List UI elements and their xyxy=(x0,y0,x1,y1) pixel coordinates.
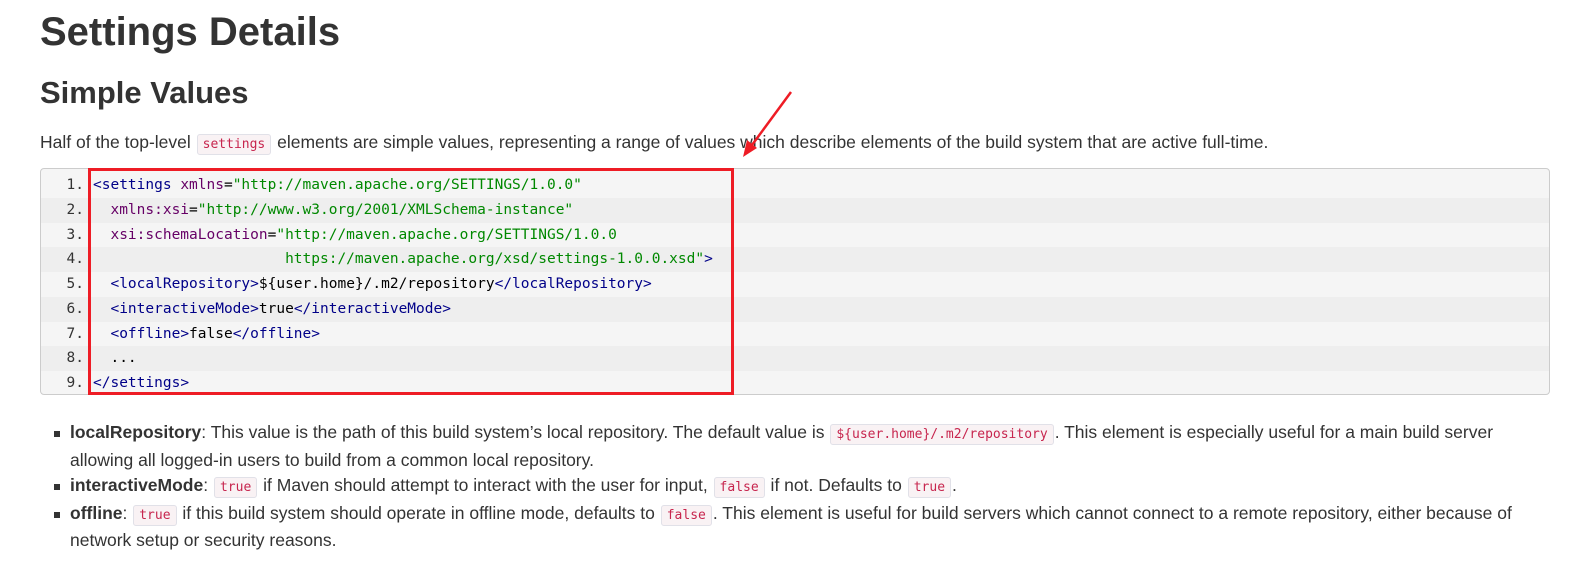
inline-code: false xyxy=(713,477,765,498)
inline-code-settings: settings xyxy=(196,134,272,155)
line-code: xmlns:xsi="http://www.w3.org/2001/XMLSch… xyxy=(110,201,574,218)
intro-paragraph: Half of the top-level settings elements … xyxy=(40,128,1268,159)
line-code: <interactiveMode>true</interactiveMode> xyxy=(110,300,451,317)
details-list: localRepository: This value is the path … xyxy=(40,420,1552,554)
line-number: 6. xyxy=(66,300,84,317)
code-line: 7. <offline>false</offline> xyxy=(41,322,1549,347)
line-code: <settings xmlns="http://maven.apache.org… xyxy=(93,177,582,193)
detail-term: localRepository xyxy=(70,422,202,442)
line-number: 8. xyxy=(66,350,84,367)
detail-text: : This value is the path of this build s… xyxy=(201,422,830,442)
code-line: 3. xsi:schemaLocation="http://maven.apac… xyxy=(41,223,1549,248)
line-number: 9. xyxy=(66,375,84,391)
line-code: https://maven.apache.org/xsd/settings-1.… xyxy=(285,251,713,268)
code-line: 5. <localRepository>${user.home}/.m2/rep… xyxy=(41,272,1549,297)
code-block: 1. <settings xmlns="http://maven.apache.o… xyxy=(40,168,1550,395)
code-line: 2. xmlns:xsi="http://www.w3.org/2001/XML… xyxy=(41,197,1549,223)
code-line: 4. https://maven.apache.org/xsd/settings… xyxy=(41,247,1549,272)
line-code: ... xyxy=(93,350,137,367)
line-code: </settings> xyxy=(93,375,190,391)
section-title: Simple Values xyxy=(40,75,249,110)
page-title: Settings Details xyxy=(40,10,341,54)
code-line: 9. </settings> xyxy=(41,371,1549,394)
inline-code: true xyxy=(213,477,258,498)
inline-code: ${user.home}/.m2/repository xyxy=(830,424,1054,445)
detail-text: if not. Defaults to xyxy=(765,475,907,495)
detail-text: : xyxy=(122,502,133,523)
line-number: 5. xyxy=(66,276,84,292)
inline-code: false xyxy=(660,504,712,526)
line-number: 4. xyxy=(66,251,84,268)
detail-text: . xyxy=(952,475,957,495)
detail-item-localrepository: localRepository: This value is the path … xyxy=(54,420,1552,473)
intro-text-after: elements are simple values, representing… xyxy=(272,132,1269,152)
line-code: <offline>false</offline> xyxy=(110,325,321,342)
line-number: 2. xyxy=(66,201,84,218)
code-line: 1. <settings xmlns="http://maven.apache.o… xyxy=(41,173,1549,198)
detail-item-interactivemode: interactiveMode: true if Maven should at… xyxy=(54,473,1552,501)
code-line: 6. <interactiveMode>true</interactiveMod… xyxy=(41,296,1549,322)
detail-term: offline xyxy=(70,502,123,523)
detail-text: if Maven should attempt to interact with… xyxy=(258,475,713,495)
line-number: 3. xyxy=(66,226,84,243)
inline-code: true xyxy=(133,504,177,526)
line-code: xsi:schemaLocation="http://maven.apache.… xyxy=(110,226,617,243)
inline-code: true xyxy=(907,477,952,498)
intro-text-before: Half of the top-level xyxy=(40,132,196,152)
line-number: 1. xyxy=(66,177,84,193)
detail-text: : xyxy=(203,475,213,495)
line-number: 7. xyxy=(66,325,84,342)
code-line: 8. ... xyxy=(41,346,1549,371)
line-code: <localRepository>${user.home}/.m2/reposi… xyxy=(110,276,652,292)
detail-item-offline: offline: true if this build system shoul… xyxy=(54,501,1552,554)
detail-term: interactiveMode xyxy=(70,475,204,495)
detail-text: if this build system should operate in o… xyxy=(177,502,660,523)
